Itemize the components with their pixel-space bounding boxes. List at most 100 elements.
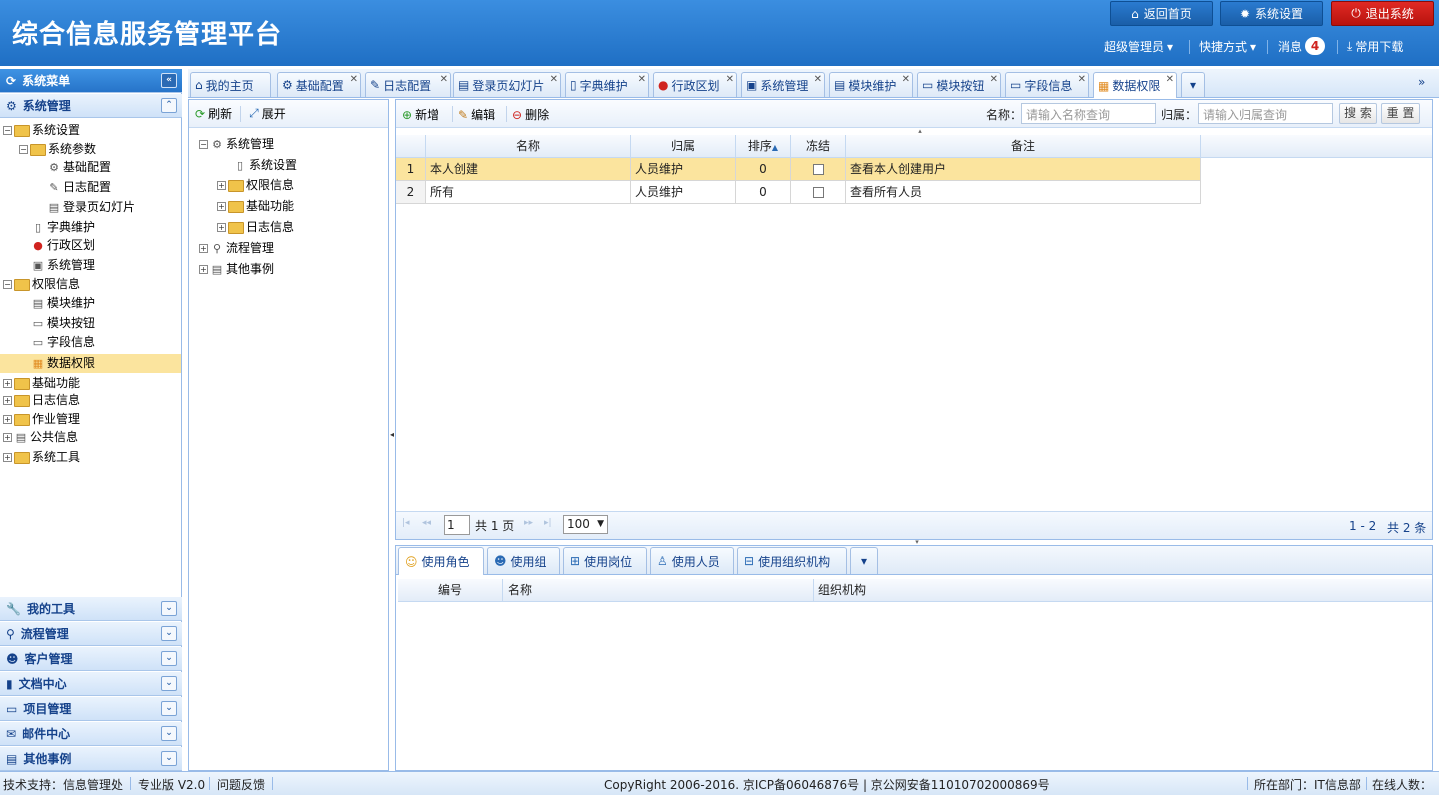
tree-node-field-info[interactable]: ▭ 字段信息 [31,333,95,352]
tab-module-buttons[interactable]: ▭ 模块按钮 ✕ [917,72,1001,97]
search-button[interactable]: 搜 索 [1339,103,1377,124]
tree-node-region[interactable]: ● 行政区划 [31,236,95,255]
column-header-note[interactable]: 备注 [846,135,1201,158]
close-icon[interactable]: ✕ [550,74,558,85]
home-button[interactable]: ⌂ 返回首页 [1110,1,1213,26]
close-icon[interactable]: ✕ [990,74,998,85]
sidebar-group-projects[interactable]: ▭ 项目管理 ⌄ [0,697,182,721]
mid-node-basic-functions[interactable]: + 基础功能 [217,197,294,216]
tab-data-permissions[interactable]: ▦ 数据权限 ✕ [1093,72,1177,98]
frozen-checkbox[interactable] [812,187,824,198]
tree-node-system-params[interactable]: − 系统参数 [19,140,96,159]
add-button[interactable]: ⊕ 新增 [402,106,439,123]
tree-node-log-config[interactable]: ✎ 日志配置 [47,178,111,197]
logout-button[interactable]: ⏻ 退出系统 [1331,1,1434,26]
next-page-icon[interactable]: ▸▸ [524,518,533,528]
sidebar-group-system[interactable]: ⚙ 系统管理 ⌃ [0,94,182,118]
tree-node-dictionary[interactable]: ▯ 字典维护 [31,218,95,237]
close-icon[interactable]: ✕ [814,74,822,85]
mid-node-examples[interactable]: + ▤ 其他事例 [199,260,274,279]
close-icon[interactable]: ✕ [902,74,910,85]
tree-node-system-manage[interactable]: ▣ 系统管理 [31,256,95,275]
detail-column-number[interactable]: 编号 [398,579,503,602]
sidebar-group-my-tools[interactable]: 🔧 我的工具 ⌄ [0,597,182,621]
tab-use-roles[interactable]: ☺ 使用角色 [398,547,484,575]
column-header-frozen[interactable]: 冻结 [791,135,846,158]
shortcuts-menu[interactable]: 快捷方式 ▾ [1199,38,1256,55]
expand-button[interactable]: ⤢ 展开 [249,105,286,122]
tab-overflow-menu[interactable]: ▾ [1181,72,1205,97]
tree-node-login-slides[interactable]: ▤ 登录页幻灯片 [47,198,135,217]
expand-chevron-icon[interactable]: » [1418,75,1425,89]
tree-node-jobs[interactable]: + 作业管理 [3,410,80,429]
reset-button[interactable]: 重 置 [1381,103,1420,124]
column-header-name[interactable]: 名称 [426,135,631,158]
close-icon[interactable]: ✕ [638,74,646,85]
mid-node-permissions[interactable]: + 权限信息 [217,176,294,195]
tab-module-maint[interactable]: ▤ 模块维护 ✕ [829,72,913,97]
edit-button[interactable]: ✎ 编辑 [458,106,495,123]
expand-group-button[interactable]: ⌄ [161,676,177,691]
messages-link[interactable]: 消息 4 [1278,37,1326,55]
settings-button[interactable]: ✹ 系统设置 [1220,1,1323,26]
sidebar-group-documents[interactable]: ▮ 文档中心 ⌄ [0,672,182,696]
tab-field-info[interactable]: ▭ 字段信息 ✕ [1005,72,1089,97]
detail-column-org[interactable]: 组织机构 [814,579,1432,602]
tree-node-system-settings[interactable]: − 系统设置 [3,121,80,140]
close-icon[interactable]: ✕ [350,74,358,85]
close-icon[interactable]: ✕ [726,74,734,85]
expand-group-button[interactable]: ⌄ [161,701,177,716]
prev-page-icon[interactable]: ◂◂ [422,518,431,528]
page-number-input[interactable]: 1 [444,515,470,535]
collapse-sidebar-button[interactable]: « [161,73,177,88]
mid-node-log-info[interactable]: + 日志信息 [217,218,294,237]
tab-use-groups[interactable]: ☻ 使用组 [487,547,560,574]
mid-node-system-manage[interactable]: − ⚙ 系统管理 [199,135,274,154]
tab-system-manage[interactable]: ▣ 系统管理 ✕ [741,72,825,97]
frozen-checkbox[interactable] [812,164,824,175]
tab-home[interactable]: ⌂ 我的主页 [190,72,271,97]
expand-group-button[interactable]: ⌄ [161,651,177,666]
name-search-input[interactable]: 请输入名称查询 [1021,103,1156,124]
tree-node-data-permissions[interactable]: ▦ 数据权限 [0,354,181,373]
detail-tab-overflow[interactable]: ▾ [850,547,878,574]
sidebar-group-workflow[interactable]: ⚲ 流程管理 ⌄ [0,622,182,646]
tree-node-module-maint[interactable]: ▤ 模块维护 [31,294,95,313]
tree-node-module-buttons[interactable]: ▭ 模块按钮 [31,314,95,333]
feedback-link[interactable]: 问题反馈 [217,776,265,793]
first-page-icon[interactable]: |◂ [402,518,410,528]
delete-button[interactable]: ⊖ 删除 [512,106,549,123]
close-icon[interactable]: ✕ [1166,74,1174,85]
refresh-button[interactable]: ⟳ 刷新 [195,105,232,122]
tab-dictionary[interactable]: ▯ 字典维护 ✕ [565,72,649,97]
tree-node-public-info[interactable]: + ▤ 公共信息 [3,428,78,447]
collapse-group-button[interactable]: ⌃ [161,98,177,113]
column-header-order[interactable]: 排序▲ [736,135,791,158]
close-icon[interactable]: ✕ [1078,74,1086,85]
tab-login-slides[interactable]: ▤ 登录页幻灯片 ✕ [453,72,561,97]
expand-group-button[interactable]: ⌄ [161,751,177,766]
tree-node-system-tools[interactable]: + 系统工具 [3,448,80,467]
sidebar-group-mail[interactable]: ✉ 邮件中心 ⌄ [0,722,182,746]
downloads-link[interactable]: ⤓ 常用下载 [1347,38,1403,55]
last-page-icon[interactable]: ▸| [544,518,552,528]
detail-column-name[interactable]: 名称 [503,579,814,602]
page-size-select[interactable]: 100 ▼ [563,515,608,534]
tab-region[interactable]: ● 行政区划 ✕ [653,72,737,97]
close-icon[interactable]: ✕ [440,74,448,85]
tree-node-basic-config[interactable]: ⚙ 基础配置 [47,158,111,177]
tab-log-config[interactable]: ✎ 日志配置 ✕ [365,72,451,97]
tab-basic-config[interactable]: ⚙ 基础配置 ✕ [277,72,361,97]
tab-use-users[interactable]: ♙ 使用人员 [650,547,734,574]
mid-node-workflow[interactable]: + ⚲ 流程管理 [199,239,274,258]
expand-group-button[interactable]: ⌄ [161,726,177,741]
user-menu[interactable]: 超级管理员 ▾ [1104,38,1173,55]
column-header-owner[interactable]: 归属 [631,135,736,158]
mid-node-system-settings[interactable]: ▯ 系统设置 [233,156,297,175]
tree-node-log-info[interactable]: + 日志信息 [3,391,80,410]
tab-use-positions[interactable]: ⊞ 使用岗位 [563,547,647,574]
collapse-up-icon[interactable]: ▴ [908,128,932,135]
sidebar-group-examples[interactable]: ▤ 其他事例 ⌄ [0,747,182,771]
tree-node-permissions[interactable]: − 权限信息 [3,275,80,294]
tab-use-org[interactable]: ⊟ 使用组织机构 [737,547,847,574]
